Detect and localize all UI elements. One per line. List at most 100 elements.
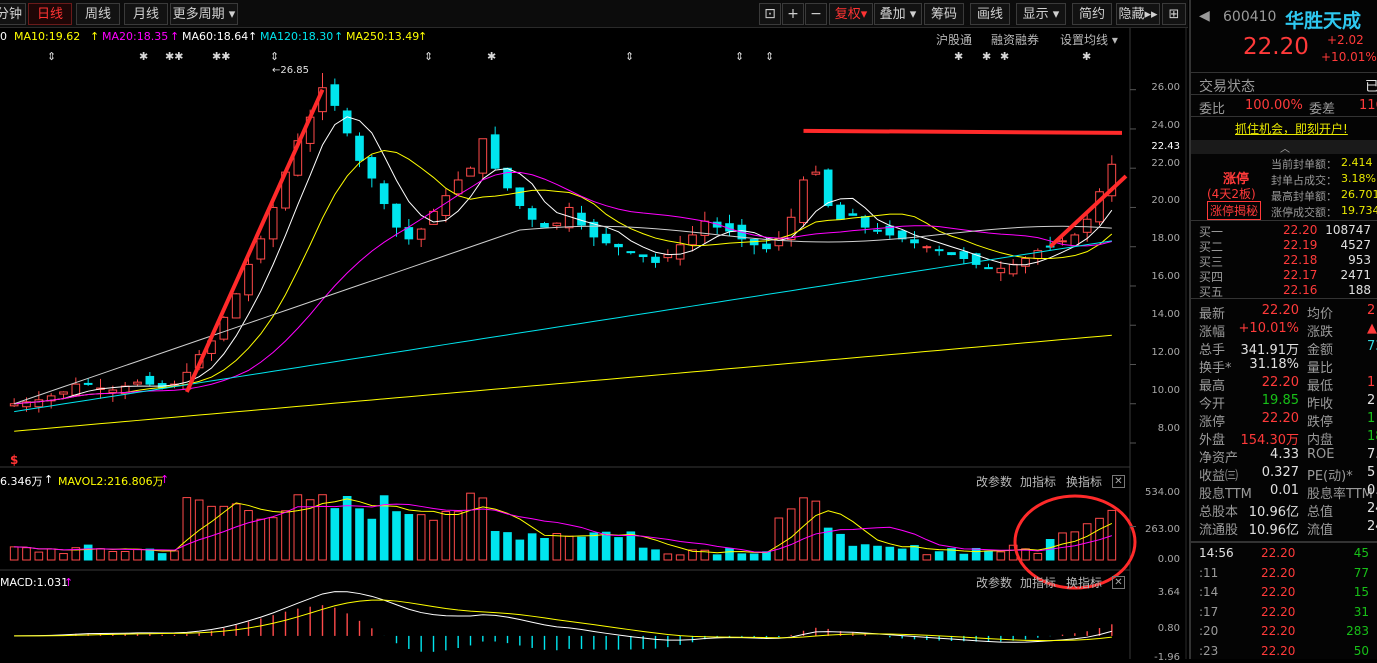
- chevron-down-icon: ▾: [1108, 33, 1118, 47]
- event-marker-icon[interactable]: ⇕: [270, 50, 279, 63]
- ma250-line: [14, 334, 1112, 432]
- display-button[interactable]: 显示 ▾: [1016, 3, 1066, 25]
- collapse-caret-icon[interactable]: ︿: [1191, 140, 1377, 155]
- macd-add-indicator-button[interactable]: 加指标: [1020, 574, 1056, 591]
- event-marker-icon[interactable]: ⇕: [765, 50, 774, 63]
- mavol2-legend: MAVOL2:216.806万: [58, 475, 164, 488]
- chips-button[interactable]: 筹码: [924, 3, 964, 25]
- candle: [466, 167, 475, 177]
- macd-edit-params-button[interactable]: 改参数: [976, 574, 1012, 591]
- open-account-promo[interactable]: 抓住机会，即刻开户!: [1235, 120, 1348, 137]
- stat-label: PE(动)*: [1307, 469, 1353, 484]
- draw-line-button[interactable]: 画线: [970, 3, 1010, 25]
- candle: [145, 375, 155, 385]
- event-marker-icon[interactable]: ✱: [954, 50, 963, 63]
- event-marker-icon[interactable]: ⇕: [625, 50, 634, 63]
- limit-up-reveal-button[interactable]: 涨停揭秘: [1207, 201, 1262, 220]
- vol-add-indicator-button[interactable]: 加指标: [1020, 473, 1056, 490]
- volume-bar: [392, 511, 401, 561]
- rising-line-annotation: [1048, 174, 1128, 249]
- tick-volume: 283: [1346, 624, 1369, 638]
- price-tick: 10.00: [1151, 385, 1180, 396]
- candle: [416, 228, 426, 240]
- ma60-legend: MA60:18.64: [182, 30, 249, 43]
- lock-icon[interactable]: ⊡: [759, 3, 781, 25]
- stat-value: 2: [1367, 303, 1376, 318]
- chevron-down-icon: ▾: [905, 7, 917, 22]
- price-tick: 22.00: [1151, 158, 1180, 169]
- candle: [379, 183, 389, 205]
- stat-label: 均价: [1307, 307, 1334, 322]
- event-marker-icon[interactable]: ✱✱: [212, 50, 230, 63]
- volume-bar: [157, 553, 167, 561]
- tick-volume: 45: [1353, 546, 1369, 560]
- event-marker-icon[interactable]: ⇕: [424, 50, 433, 63]
- dif-line: [14, 591, 1112, 643]
- macd-switch-indicator-button[interactable]: 换指标: [1066, 574, 1102, 591]
- candle: [503, 167, 512, 189]
- volume-bar: [860, 544, 870, 561]
- bid-volume: 188: [1348, 283, 1371, 297]
- event-marker-icon[interactable]: ⇕: [47, 50, 56, 63]
- ma120-legend: MA120:18.30: [260, 30, 334, 43]
- hide-button[interactable]: 隐藏▸▸: [1116, 3, 1160, 25]
- event-marker-icon[interactable]: ✱: [1082, 50, 1091, 63]
- candle: [59, 391, 68, 395]
- bid-price: 22.17: [1283, 268, 1318, 282]
- volume-bar: [133, 548, 142, 561]
- kline-chart-canvas[interactable]: [0, 0, 1188, 659]
- candle: [527, 208, 537, 220]
- hk-connect-link[interactable]: 沪股通: [936, 31, 972, 48]
- more-periods-dropdown[interactable]: 更多周期 ▾: [170, 3, 238, 25]
- volume-bar: [651, 549, 660, 561]
- candle: [762, 243, 771, 250]
- set-ma-link[interactable]: 设置均线 ▾: [1060, 31, 1118, 48]
- candle: [552, 222, 562, 227]
- event-marker-icon[interactable]: ✱✱: [165, 50, 183, 63]
- event-marker-icon[interactable]: ✱: [487, 50, 496, 63]
- simple-mode-button[interactable]: 简约: [1072, 3, 1112, 25]
- window-expand-icon[interactable]: ⊞: [1162, 3, 1186, 25]
- candle: [910, 239, 919, 244]
- volume-bar: [1033, 552, 1043, 561]
- volume-bar: [429, 519, 438, 561]
- volume-bar: [515, 539, 525, 561]
- tab-minute[interactable]: 分钟: [0, 3, 26, 25]
- event-marker-icon[interactable]: ✱: [1000, 50, 1009, 63]
- zoom-out-icon[interactable]: −: [805, 3, 827, 25]
- vol-switch-indicator-button[interactable]: 换指标: [1066, 473, 1102, 490]
- close-icon[interactable]: ✕: [1112, 475, 1125, 488]
- event-marker-icon[interactable]: ✱: [139, 50, 148, 63]
- vol-edit-params-button[interactable]: 改参数: [976, 473, 1012, 490]
- arrow-up-icon: ↑: [248, 30, 258, 43]
- stat-label: 股息TTM: [1199, 487, 1252, 502]
- tab-monthly[interactable]: 月线: [124, 3, 168, 25]
- candle: [786, 216, 796, 241]
- margin-trading-link[interactable]: 融资融券: [991, 31, 1039, 48]
- volume-bar: [182, 497, 192, 561]
- tab-weekly[interactable]: 周线: [76, 3, 120, 25]
- dea-line: [14, 599, 1112, 642]
- volume-tick: 0.00: [1157, 554, 1180, 565]
- event-marker-icon[interactable]: ✱: [982, 50, 991, 63]
- zoom-in-icon[interactable]: +: [782, 3, 804, 25]
- candle: [601, 233, 611, 244]
- bid-volume: 4527: [1340, 238, 1371, 252]
- tab-daily[interactable]: 日线: [28, 3, 72, 25]
- tick-volume: 15: [1353, 585, 1369, 599]
- caret-left-icon[interactable]: ◀: [1199, 8, 1210, 24]
- dollar-marker: $: [10, 453, 19, 467]
- stat-value: 73.: [1367, 339, 1377, 354]
- volume-bar: [256, 518, 266, 561]
- close-icon[interactable]: ✕: [1112, 576, 1125, 589]
- volume-bar: [244, 510, 253, 561]
- price-tick: 16.00: [1151, 271, 1180, 282]
- event-marker-icon[interactable]: ⇕: [735, 50, 744, 63]
- restore-rights-button[interactable]: 复权▾: [829, 3, 873, 25]
- arrow-up-icon: ↑: [64, 576, 74, 589]
- overlay-button[interactable]: 叠加 ▾: [874, 3, 922, 25]
- tick-price: 22.20: [1261, 565, 1296, 580]
- volume-bar: [22, 547, 31, 561]
- candle: [515, 187, 525, 206]
- stat-label: 量比: [1307, 361, 1334, 376]
